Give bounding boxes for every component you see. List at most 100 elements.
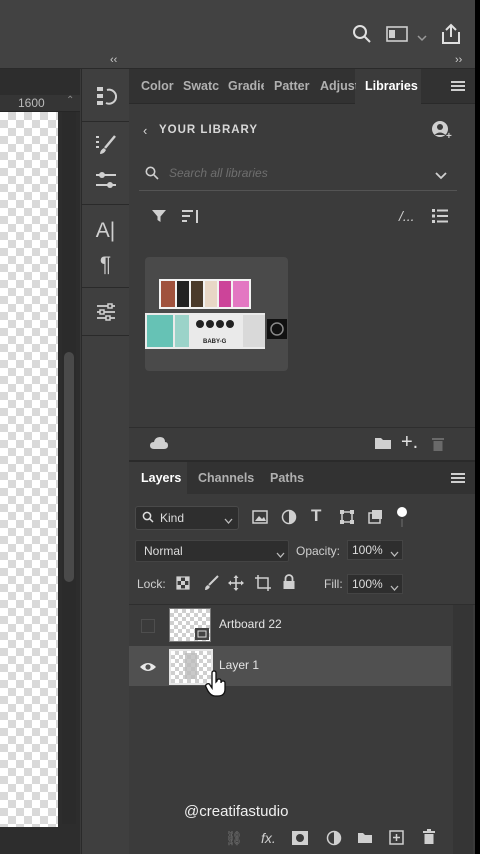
sort-icon[interactable] [181,208,201,229]
tab-swatches[interactable]: Swatcl [183,79,219,93]
back-chevron-icon[interactable]: ‹ [143,123,147,138]
fx-slash-icon[interactable]: /... [399,208,415,224]
blend-mode-select[interactable]: Normal [135,540,289,562]
library-footer: +. [129,427,475,460]
tab-gradients[interactable]: Gradie [228,79,264,93]
image-filter-icon[interactable] [252,510,268,529]
list-view-icon[interactable] [431,208,449,229]
opacity-input[interactable]: 100% [347,540,403,560]
layer-mask-icon[interactable] [292,831,308,850]
search-icon [142,511,154,526]
delete-layer-icon[interactable] [422,829,436,850]
search-icon[interactable] [352,24,372,49]
fill-input[interactable]: 100% [347,574,403,594]
lock-pixels-icon[interactable] [203,575,219,596]
cloud-icon[interactable] [149,436,169,455]
kind-filter-select[interactable]: Kind [135,506,239,530]
lock-transparent-icon[interactable] [176,576,190,595]
scrollbar-thumb[interactable] [64,352,74,582]
add-user-icon[interactable]: + [431,120,453,145]
tab-channels[interactable]: Channels [198,471,254,485]
layer-thumbnail [169,608,211,642]
search-input[interactable] [167,165,421,181]
panel-menu-icon[interactable] [451,81,465,91]
asset-preview-image: BABY-G [145,279,287,349]
layer-content-preview [185,653,197,679]
library-header[interactable]: YOUR LIBRARY [159,124,258,136]
tab-color[interactable]: Color [141,79,175,93]
asset-logo-text: BABY-G [203,339,227,345]
type-filter-icon[interactable]: T [311,506,321,526]
opacity-value: 100% [352,543,383,557]
lock-artboard-icon[interactable] [255,575,271,596]
layer-row-artboard[interactable]: Artboard 22 [129,605,451,645]
layers-panel: Layers Channels Paths Kind T Normal Opac… [129,460,475,854]
chevron-down-icon[interactable] [417,29,427,47]
fill-value: 100% [352,577,383,591]
hand-cursor-icon [205,670,227,703]
panel-menu-icon[interactable] [451,473,465,483]
photoshop-window: ‹‹ ›› 1600 ⌃ A| ¶ Color Swatcl Gradie Pa… [0,0,475,854]
filter-toggle-icon[interactable] [396,506,408,533]
options-bar: ‹‹ ›› [0,0,475,69]
filter-icon[interactable] [151,208,167,229]
layers-footer: ⛓ fx. [129,822,475,854]
adjustment-filter-icon[interactable] [281,509,297,530]
artboard-badge-icon [195,628,209,640]
library-asset-thumbnail[interactable]: BABY-G [145,257,288,371]
brush-preset-icon[interactable] [82,169,129,196]
layers-scrollbar[interactable] [453,605,473,854]
trash-icon[interactable] [431,436,445,457]
eye-icon[interactable] [139,660,157,678]
collapse-right-icon[interactable]: ›› [455,54,462,68]
paragraph-icon[interactable]: ¶ [82,253,129,277]
kind-label: Kind [160,511,185,525]
canvas-transparency[interactable] [0,112,58,827]
strip-divider [82,204,129,205]
watermark: @creatifastudio [184,803,289,820]
chevron-down-icon [224,513,233,527]
tab-adjustments[interactable]: Adjust [320,79,356,93]
new-group-icon[interactable] [357,831,373,849]
search-icon [145,166,159,185]
add-asset-icon[interactable]: +. [401,431,418,454]
fill-label: Fill: [324,577,343,591]
panel-tab-bar: Color Swatcl Gradie Patter Adjust Librar… [129,69,475,104]
tab-paths[interactable]: Paths [270,471,304,485]
layer-name: Artboard 22 [219,617,282,631]
visibility-toggle-empty[interactable] [141,619,155,633]
chevron-down-icon [276,547,285,561]
lock-all-icon[interactable] [282,574,296,595]
new-adjustment-icon[interactable] [326,830,342,851]
ruler-arrow-icon: ⌃ [66,95,75,106]
chevron-down-icon[interactable] [435,167,447,185]
history-icon[interactable] [82,85,129,114]
tab-layers[interactable]: Layers [141,471,181,485]
chevron-down-icon [390,580,399,594]
screen-edge [475,0,480,854]
character-icon[interactable]: A| [82,219,129,243]
lock-position-icon[interactable] [228,575,244,596]
brush-settings-icon[interactable] [82,133,129,162]
workspace-icon[interactable] [386,26,408,47]
folder-icon[interactable] [374,436,392,455]
lock-label: Lock: [137,577,166,591]
layer-row-layer1[interactable]: Layer 1 [129,646,451,697]
panel-icon-strip: A| ¶ [81,69,130,854]
fx-icon[interactable]: fx. [261,830,276,846]
strip-divider [82,335,129,336]
chevron-down-icon [390,546,399,560]
canvas-scrollbar[interactable] [62,112,76,824]
shape-filter-icon[interactable] [339,509,355,530]
strip-divider [82,121,129,122]
link-layers-icon[interactable]: ⛓ [225,830,243,847]
new-layer-icon[interactable] [389,830,404,850]
tab-patterns[interactable]: Patter [274,79,311,93]
opacity-label: Opacity: [296,544,341,558]
share-icon[interactable] [440,23,462,50]
right-panel: Color Swatcl Gradie Patter Adjust Librar… [129,69,475,854]
collapse-left-icon[interactable]: ‹‹ [110,54,117,68]
properties-icon[interactable] [82,301,129,328]
tab-libraries[interactable]: Libraries [365,79,418,93]
smart-object-filter-icon[interactable] [367,509,383,530]
